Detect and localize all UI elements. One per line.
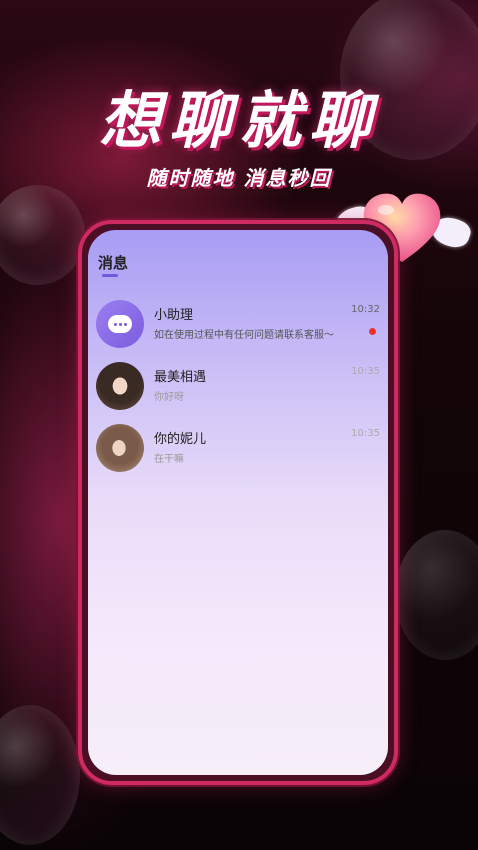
unread-dot — [369, 328, 376, 335]
banner-subtitle: 随时随地 消息秒回 — [146, 166, 332, 190]
avatar — [96, 424, 144, 472]
conversation-row[interactable]: 最美相遇 你好呀 10:35 — [88, 358, 388, 420]
message-time: 10:35 — [351, 428, 380, 439]
conversation-row[interactable]: 你的妮儿 在干嘛 10:35 — [88, 420, 388, 482]
contact-name: 小助理 — [154, 308, 194, 323]
banner-title: 想聊就聊 — [98, 84, 379, 157]
page-title: 消息 — [98, 254, 129, 272]
message-preview: 如在使用过程中有任何问题请联系客服～ — [154, 330, 334, 341]
phone-frame: 消息 小助理 如在使用过程中有任何问题请联系客服～ 10:32 最美相遇 你好呀… — [78, 220, 398, 785]
message-preview: 在干嘛 — [154, 454, 184, 465]
messages-screen: 消息 小助理 如在使用过程中有任何问题请联系客服～ 10:32 最美相遇 你好呀… — [88, 230, 388, 775]
title-underline — [102, 274, 118, 277]
avatar — [96, 362, 144, 410]
message-time: 10:35 — [351, 366, 380, 377]
assistant-avatar — [96, 300, 144, 348]
message-preview: 你好呀 — [154, 392, 184, 403]
contact-name: 你的妮儿 — [154, 432, 207, 447]
contact-name: 最美相遇 — [154, 370, 207, 385]
message-time: 10:32 — [351, 304, 380, 315]
conversation-row[interactable]: 小助理 如在使用过程中有任何问题请联系客服～ 10:32 — [88, 296, 388, 358]
